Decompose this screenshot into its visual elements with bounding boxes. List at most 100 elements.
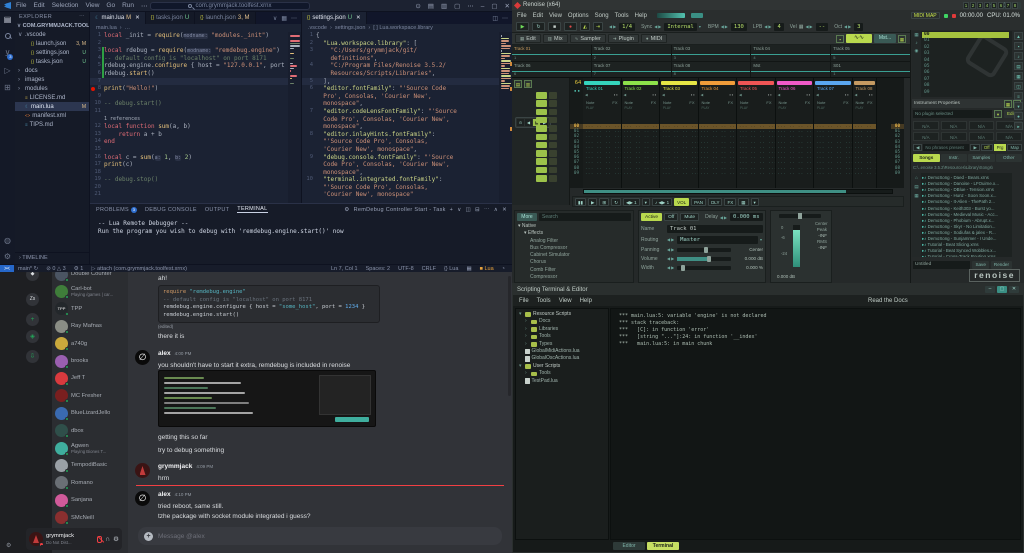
window-control[interactable]: ✕ bbox=[1009, 286, 1019, 293]
stepper-arrows[interactable]: ◀▶ bbox=[667, 247, 675, 252]
window-control-icon[interactable]: ⋯ bbox=[467, 2, 474, 10]
window-control-icon[interactable]: ▥ bbox=[441, 2, 447, 10]
rec-button[interactable]: ● bbox=[564, 22, 577, 31]
slot-4[interactable]: 4 bbox=[984, 2, 990, 9]
breadcrumb[interactable]: main.lua›… bbox=[90, 24, 301, 32]
panel-tab-debug-console[interactable]: DEBUG CONSOLE bbox=[145, 207, 197, 213]
terminal-output[interactable]: -- Lua Remote Debugger -- Run the progra… bbox=[98, 220, 344, 236]
scope-Mst[interactable]: Mst bbox=[751, 62, 830, 78]
extensions-icon[interactable]: ⊞ bbox=[4, 83, 11, 92]
phrase-dropdown[interactable]: No phrases present bbox=[923, 144, 969, 151]
editor-action-icon[interactable]: ∨ bbox=[273, 15, 277, 22]
dm-item-brooks[interactable]: brooks bbox=[55, 353, 126, 369]
collapse-icon[interactable]: ◀ bbox=[662, 93, 665, 97]
source-control-icon[interactable]: ⊻3 bbox=[5, 49, 11, 58]
browser-tab-Instr[interactable]: Instr. bbox=[941, 154, 968, 162]
pattern-track-Track03[interactable]: Track 03◀▪▪NoteFXPLAY··· ·· ·· ···· ····… bbox=[660, 78, 699, 188]
menu-item-tools[interactable]: Tools bbox=[615, 13, 629, 19]
dsp-slider[interactable] bbox=[677, 257, 731, 261]
collapse-icon[interactable]: ◀ bbox=[624, 93, 627, 97]
ptool-1[interactable]: ◀▶ 1 bbox=[623, 198, 640, 206]
search-icon[interactable] bbox=[5, 32, 11, 41]
mute-dots[interactable]: ▪▪ bbox=[653, 93, 657, 97]
collapse-icon[interactable]: ◀ bbox=[778, 93, 781, 97]
song-file-2[interactable]: ▸♪ DemoSong - DBlue - Tension.xrns bbox=[922, 187, 1010, 193]
stepper-arrows[interactable]: ◀▶ bbox=[667, 256, 675, 261]
ptool-[interactable]: ▾ bbox=[642, 198, 650, 206]
phrase-next[interactable]: ▶ bbox=[970, 144, 979, 151]
pattern-track-Track04[interactable]: Track 04◀▪▪NoteFXPLAY··· ·· ·· ···· ····… bbox=[699, 78, 738, 188]
stepper-arrows[interactable]: ◀▶ bbox=[667, 237, 675, 242]
scope-S01[interactable]: S011 bbox=[831, 62, 910, 78]
dropdown-arrow[interactable]: ▾ bbox=[699, 24, 702, 29]
tree-GlobalMidiActionslua[interactable]: GlobalMidiActions.lua bbox=[516, 348, 608, 355]
loop-control[interactable]: ⊙ bbox=[517, 119, 524, 126]
attach-plus-icon[interactable]: + bbox=[144, 532, 153, 541]
avatar[interactable]: ∅ bbox=[135, 491, 150, 506]
collapse-icon[interactable]: ◀ bbox=[855, 93, 858, 97]
matrix-cell[interactable] bbox=[536, 92, 547, 99]
editor-action-icon[interactable]: ◫ bbox=[492, 15, 498, 22]
status-item[interactable]: main* ↻ bbox=[18, 266, 38, 272]
tab-mainlua[interactable]: ☾main.luaM✕ bbox=[90, 12, 146, 24]
status-item[interactable]: ◔ bbox=[502, 266, 505, 272]
strip-icon[interactable]: ● bbox=[1014, 112, 1023, 120]
dm-item-a740g[interactable]: a740g bbox=[55, 336, 126, 352]
dm-item-Carlbot[interactable]: Carl-botPlaying /games | car... bbox=[55, 283, 126, 299]
tab-launchjson[interactable]: {}launch.json3, M bbox=[195, 12, 255, 24]
message-author[interactable]: alex bbox=[158, 350, 171, 357]
status-item[interactable]: ⊘ 0 △ 3 bbox=[46, 266, 66, 272]
breadcrumb-item[interactable]: main.lua bbox=[96, 25, 117, 31]
pan-slider[interactable] bbox=[779, 214, 821, 218]
window-control-icon[interactable]: ▤ bbox=[428, 2, 434, 10]
menu-item-run[interactable]: Run bbox=[122, 2, 134, 10]
menu-item-edit[interactable]: Edit bbox=[533, 13, 543, 19]
sidebar-item-LICENSEmd[interactable]: ≡LICENSE.md bbox=[15, 93, 89, 102]
master-volume-slider[interactable] bbox=[657, 13, 685, 18]
effect-CombFilter[interactable]: Comb Filter bbox=[518, 267, 633, 274]
menu-item-help[interactable]: Help bbox=[580, 298, 592, 304]
dm-item-Romano[interactable]: Romano bbox=[55, 475, 126, 491]
matrix-cell-dim[interactable] bbox=[549, 117, 557, 124]
matrix-cell[interactable] bbox=[536, 175, 547, 182]
matrix-cell[interactable] bbox=[536, 125, 547, 132]
menu-item-options[interactable]: Options bbox=[568, 13, 589, 19]
panel-action-icon[interactable]: ✕ bbox=[502, 207, 507, 213]
status-item[interactable]: {} Lua bbox=[444, 266, 458, 272]
ptool-fx[interactable]: FX bbox=[724, 198, 736, 206]
dm-item-Agwen[interactable]: AgwenPlaying Biones T... bbox=[55, 440, 126, 456]
slider-thumb[interactable] bbox=[681, 265, 685, 271]
menu-item-file[interactable]: File bbox=[16, 2, 26, 10]
save-button[interactable]: Save bbox=[972, 261, 988, 269]
sidebar-item-mainlua[interactable]: ☾main.luaM bbox=[15, 102, 89, 111]
props-icon[interactable]: ▦ bbox=[1004, 100, 1012, 108]
pattern-track-Track05[interactable]: Track 05◀▪▪NoteFXPLAY··· ·· ·· ···· ····… bbox=[737, 78, 776, 188]
matrix-cell-dim[interactable] bbox=[549, 142, 557, 149]
strip-icon[interactable]: ♪ bbox=[1014, 52, 1023, 60]
matrix-cell[interactable] bbox=[536, 109, 547, 116]
dm-item-MCFresher[interactable]: MC Fresher bbox=[55, 388, 126, 404]
song-file-12[interactable]: ▸♪ Tutorial - Beat Synced Wobbles.x... bbox=[922, 248, 1010, 254]
more-button[interactable]: More bbox=[517, 213, 537, 221]
file-tool-icon[interactable]: ▦ bbox=[912, 191, 921, 200]
vscode-command-center[interactable]: com.grymmjack.toolfest.xrnx bbox=[150, 2, 310, 10]
transport-toggle[interactable]: ⇥ bbox=[593, 22, 603, 31]
avatar[interactable] bbox=[29, 532, 43, 546]
status-item[interactable]: Spaces: 2 bbox=[366, 266, 390, 272]
matrix-cell[interactable] bbox=[536, 167, 547, 174]
stepper-arrows[interactable]: ◀▶ bbox=[805, 24, 813, 29]
instrument-list[interactable]: ▦♪◉ 00010203040506070809 bbox=[912, 31, 1012, 97]
menu-item-edit[interactable]: Edit bbox=[33, 2, 44, 10]
settings-icon[interactable]: ⚙ bbox=[4, 252, 11, 261]
editor-action-icon[interactable]: ⋯ bbox=[291, 15, 297, 22]
sidebar-item-settingsjson[interactable]: {}settings.jsonU bbox=[15, 48, 89, 57]
slider-thumb[interactable] bbox=[707, 256, 711, 262]
dsp-slider[interactable] bbox=[677, 266, 731, 270]
song-file-10[interactable]: ▸♪ DemoSong - Sunjammer - I Unde... bbox=[922, 236, 1010, 242]
dsp-search-input[interactable]: Search bbox=[539, 213, 631, 221]
tree-GlobalOscActionslua[interactable]: GlobalOscActions.lua bbox=[516, 355, 608, 362]
tab-settingsjson[interactable]: {}settings.jsonU✕ bbox=[302, 12, 367, 24]
editor-action-icon[interactable]: ⋯ bbox=[502, 15, 508, 22]
matrix-cell[interactable] bbox=[536, 100, 547, 107]
inst-tool-icon[interactable]: ♪ bbox=[912, 39, 921, 47]
